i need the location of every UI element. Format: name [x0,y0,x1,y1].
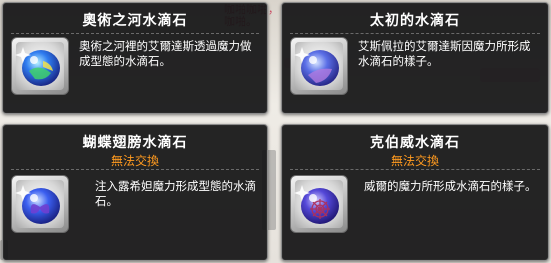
cobweb-droplet-stone-icon [294,185,339,224]
item-title: 克伯威水滴石 [370,135,460,151]
divider [11,33,259,34]
arcane-river-droplet-stone-icon [15,47,60,86]
butterfly-wing-droplet-stone-icon [15,185,60,224]
item-icon-frame [290,37,348,95]
item-description: 奧術之河裡的艾爾達斯透過魔力做成型態的水滴石。 [79,39,252,68]
item-title: 奧術之河水滴石 [82,13,188,29]
item-tooltip-primordial: 太初的水滴石 艾斯佩拉的艾爾達斯因魔力所形成水滴石的樣子。 [281,2,549,114]
item-icon-frame [11,175,69,233]
item-icon-frame [290,175,348,233]
item-tooltip-butterfly-wing: 蝴蝶翅膀水滴石 無法交換 注入露希妲魔力形成型態的水滴石。 [2,124,268,261]
divider [290,33,540,34]
untradeable-label: 無法交換 [110,154,159,168]
divider [11,169,259,170]
divider [290,169,540,170]
item-tooltip-arcane-river: 奧術之河水滴石 奧術之河裡的艾爾達斯透過魔力做成型態的水滴石。 [2,2,268,114]
item-title: 蝴蝶翅膀水滴石 [82,135,188,151]
item-icon-frame [11,37,69,95]
item-title: 太初的水滴石 [370,13,460,29]
item-description: 威爾的魔力所形成水滴石的樣子。 [364,179,537,193]
item-description: 艾斯佩拉的艾爾達斯因魔力所形成水滴石的樣子。 [358,39,531,68]
primordial-droplet-stone-icon [294,47,339,86]
item-description: 注入露希妲魔力形成型態的水滴石。 [95,179,256,208]
untradeable-label: 無法交換 [390,154,439,168]
item-tooltip-cobweb: 克伯威水滴石 無法交換 威爾的魔力所形成水滴石的樣子。 [281,124,549,261]
